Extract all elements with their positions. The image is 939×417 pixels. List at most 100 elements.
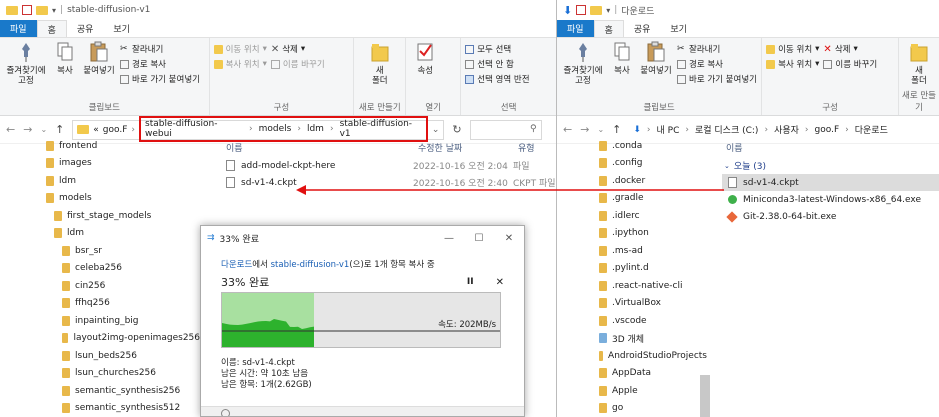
tab-home[interactable]: 홈 — [36, 20, 67, 37]
copy-path-button[interactable]: 경로 복사 — [677, 58, 757, 70]
tab-home[interactable]: 홈 — [593, 20, 624, 37]
qa-dropdown-icon[interactable]: ▾ — [52, 6, 56, 15]
breadcrumb-goo[interactable]: goo.F — [103, 125, 128, 135]
nav-item[interactable]: images — [0, 155, 200, 173]
tab-file[interactable]: 파일 — [0, 20, 37, 37]
column-date[interactable]: 수정한 날짜 — [418, 141, 518, 154]
move-to-button[interactable]: 이동 위치 ▾ — [766, 43, 819, 55]
nav-item[interactable]: .idlerc — [599, 207, 707, 225]
minimize-button[interactable]: — — [434, 233, 464, 244]
breadcrumb-overflow[interactable]: « — [93, 125, 99, 135]
tab-file[interactable]: 파일 — [557, 20, 594, 37]
nav-item[interactable]: ldm — [0, 225, 200, 243]
nav-scrollbar[interactable] — [700, 375, 710, 417]
new-folder-icon[interactable] — [590, 5, 603, 15]
breadcrumb-goo[interactable]: goo.F — [815, 125, 840, 135]
nav-item[interactable]: cin256 — [0, 277, 200, 295]
nav-item[interactable]: .ipython — [599, 225, 707, 243]
list-item[interactable]: sd-v1-4.ckpt 2022-10-16 오전 2:40 CKPT 파일 — [218, 174, 556, 191]
pause-button[interactable]: II — [467, 277, 474, 287]
column-name[interactable]: 이름 — [218, 141, 418, 154]
nav-item[interactable]: .gradle — [599, 190, 707, 208]
properties-check-icon[interactable] — [576, 5, 587, 15]
qa-dropdown-icon[interactable]: ▾ — [606, 6, 610, 15]
up-arrow-icon[interactable]: ↑ — [55, 123, 64, 136]
address-dropdown-icon[interactable]: ⌄ — [432, 125, 440, 135]
cancel-button[interactable]: ✕ — [496, 277, 504, 288]
maximize-button[interactable]: ☐ — [464, 233, 494, 244]
breadcrumb-models[interactable]: models — [259, 124, 292, 134]
properties-check-icon[interactable] — [22, 5, 32, 15]
nav-item[interactable]: .docker — [599, 172, 707, 190]
destination-link[interactable]: stable-diffusion-v1 — [271, 260, 350, 270]
new-folder-icon[interactable] — [36, 5, 48, 15]
forward-arrow-icon[interactable]: → — [580, 123, 589, 136]
tab-view[interactable]: 보기 — [660, 20, 697, 37]
nav-item[interactable]: 3D 개체 — [599, 330, 707, 348]
nav-item[interactable]: semantic_synthesis256 — [0, 382, 200, 400]
rename-button[interactable]: 이름 바꾸기 — [823, 58, 877, 70]
paste-shortcut-button[interactable]: 바로 가기 붙여넣기 — [120, 73, 200, 85]
select-all-button[interactable]: 모두 선택 — [465, 43, 529, 55]
nav-item[interactable]: AndroidStudioProjects — [599, 347, 707, 365]
copy-to-button[interactable]: 복사 위치 ▾ — [213, 58, 267, 70]
nav-item[interactable]: inpainting_big — [0, 312, 200, 330]
collapse-details-icon[interactable] — [221, 409, 230, 416]
list-item[interactable]: sd-v1-4.ckpt — [722, 174, 939, 191]
nav-item[interactable]: .VirtualBox — [599, 295, 707, 313]
nav-item[interactable]: models — [0, 190, 200, 208]
nav-item[interactable]: semantic_synthesis512 — [0, 400, 200, 417]
pin-button[interactable]: 즐겨찾기에 고정 — [4, 41, 48, 103]
breadcrumb-users[interactable]: 사용자 — [774, 123, 799, 136]
history-chevron-icon[interactable]: ⌄ — [597, 125, 604, 134]
paste-button[interactable]: 붙여넣기 — [639, 41, 673, 103]
cut-button[interactable]: ✂ 잘라내기 — [120, 43, 200, 55]
nav-item[interactable]: .config — [599, 155, 707, 173]
nav-item[interactable]: bsr_sr — [0, 242, 200, 260]
history-chevron-icon[interactable]: ⌄ — [40, 125, 47, 134]
paste-button[interactable]: 붙여넣기 — [82, 41, 116, 103]
nav-item[interactable]: celeba256 — [0, 260, 200, 278]
nav-item[interactable]: layout2img-openimages256 — [0, 330, 200, 348]
up-arrow-icon[interactable]: ↑ — [612, 123, 621, 136]
copy-to-button[interactable]: 복사 위치 ▾ — [766, 58, 819, 70]
tab-share[interactable]: 공유 — [67, 20, 104, 37]
nav-item[interactable]: lsun_beds256 — [0, 347, 200, 365]
cut-button[interactable]: ✂ 잘라내기 — [677, 43, 757, 55]
invert-selection-button[interactable]: 선택 영역 반전 — [465, 73, 530, 85]
delete-button[interactable]: ✕ 삭제 ▾ — [823, 43, 877, 56]
copy-path-button[interactable]: 경로 복사 — [120, 58, 200, 70]
copy-button[interactable]: 복사 — [52, 41, 78, 103]
refresh-icon[interactable]: ↻ — [452, 123, 461, 136]
new-folder-button[interactable]: 새 폴더 — [358, 41, 401, 103]
properties-button[interactable]: 속성 — [410, 41, 440, 103]
delete-button[interactable]: ✕ 삭제 ▾ — [271, 43, 325, 56]
nav-item[interactable]: .vscode — [599, 312, 707, 330]
select-none-button[interactable]: 선택 안 함 — [465, 58, 529, 70]
forward-arrow-icon[interactable]: → — [23, 123, 32, 136]
nav-item[interactable]: .react-native-cli — [599, 277, 707, 295]
close-button[interactable]: ✕ — [494, 233, 524, 244]
breadcrumb-c-drive[interactable]: 로컬 디스크 (C:) — [695, 123, 758, 136]
nav-item[interactable]: ldm — [0, 172, 200, 190]
nav-item[interactable]: ffhq256 — [0, 295, 200, 313]
tab-share[interactable]: 공유 — [624, 20, 661, 37]
nav-item[interactable]: .pylint.d — [599, 260, 707, 278]
nav-item[interactable]: .conda — [599, 137, 707, 155]
back-arrow-icon[interactable]: ← — [6, 123, 15, 136]
breadcrumb-downloads[interactable]: 다운로드 — [855, 123, 888, 136]
nav-item[interactable]: AppData — [599, 365, 707, 383]
breadcrumb-ldm[interactable]: ldm — [307, 124, 324, 134]
list-item[interactable]: Git-2.38.0-64-bit.exe — [722, 208, 939, 225]
breadcrumb-sd-v1[interactable]: stable-diffusion-v1 — [340, 119, 422, 139]
list-item[interactable]: Miniconda3-latest-Windows-x86_64.exe — [722, 191, 939, 208]
pin-button[interactable]: 즐겨찾기에 고정 — [561, 41, 605, 103]
source-link[interactable]: 다운로드 — [221, 260, 252, 270]
list-item[interactable]: add-model-ckpt-here 2022-10-16 오전 2:04 파… — [218, 157, 556, 174]
breadcrumb-webui[interactable]: stable-diffusion-webui — [145, 119, 243, 139]
copy-button[interactable]: 복사 — [609, 41, 635, 103]
tab-view[interactable]: 보기 — [103, 20, 140, 37]
rename-button[interactable]: 이름 바꾸기 — [270, 58, 325, 70]
nav-item[interactable]: first_stage_models — [0, 207, 200, 225]
back-arrow-icon[interactable]: ← — [563, 123, 572, 136]
